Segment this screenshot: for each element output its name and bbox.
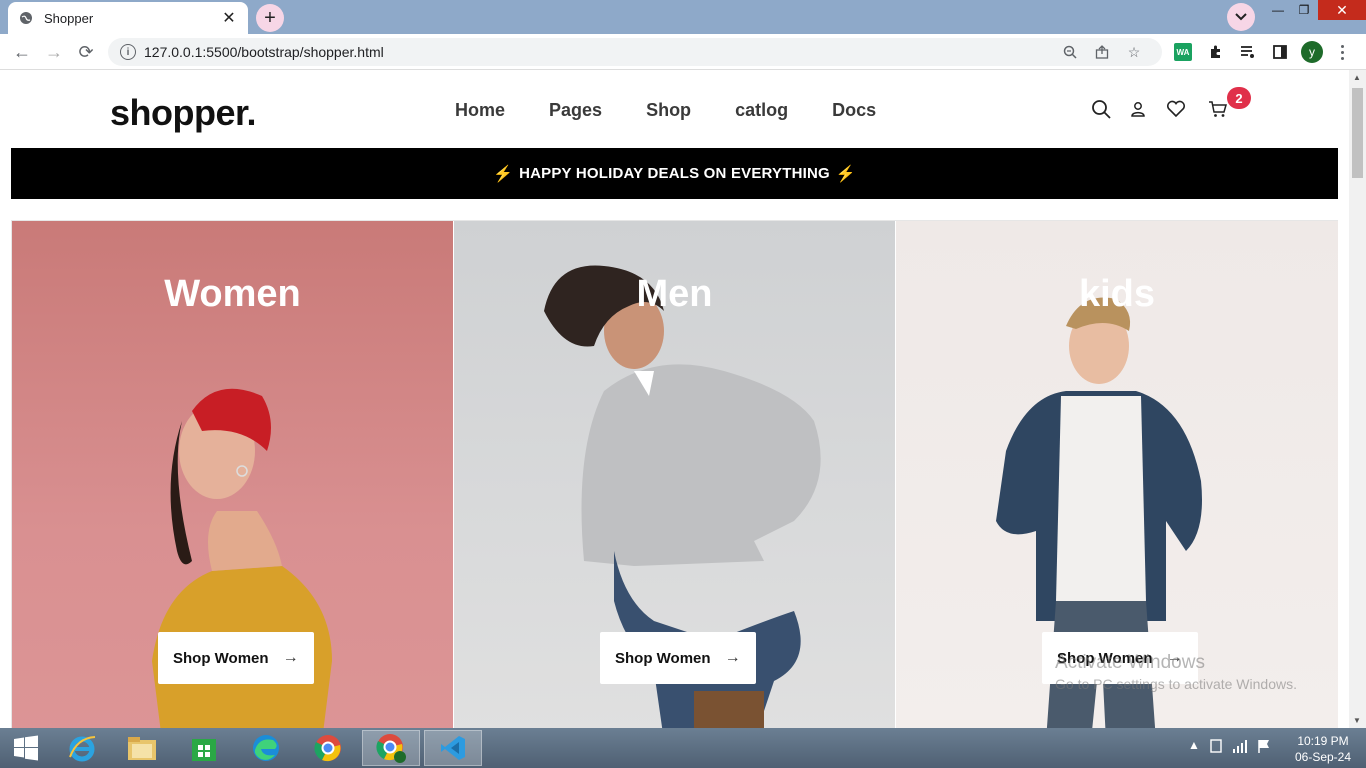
close-window-button[interactable]: ✕: [1318, 0, 1366, 20]
forward-icon[interactable]: →: [42, 41, 66, 63]
shop-women-button[interactable]: Shop Women →: [158, 632, 314, 684]
category-title-men: Men: [636, 273, 713, 315]
action-center-flag-icon[interactable]: [1256, 738, 1272, 757]
category-card-men[interactable]: Men Shop Women →: [454, 221, 895, 728]
whatsapp-extension-icon[interactable]: WA: [1174, 43, 1192, 61]
chrome-icon[interactable]: [302, 730, 354, 766]
restore-button[interactable]: ❐: [1292, 0, 1316, 20]
close-tab-icon[interactable]: ✕: [220, 8, 238, 28]
wishlist-heart-icon[interactable]: [1164, 97, 1188, 121]
browser-toolbar: ← → ⟳ i 127.0.0.1:5500/bootstrap/shopper…: [0, 34, 1366, 70]
zoom-icon[interactable]: [1054, 45, 1086, 59]
back-icon[interactable]: ←: [10, 41, 34, 63]
nav-home[interactable]: Home: [455, 100, 505, 121]
media-queue-icon[interactable]: [1238, 43, 1258, 61]
profile-avatar[interactable]: y: [1301, 41, 1323, 63]
browser-tab-strip: Shopper ✕ + — ❐ ✕: [0, 0, 1366, 34]
page-scrollbar[interactable]: ▲ ▼: [1349, 70, 1366, 728]
promo-banner: ⚡ HAPPY HOLIDAY DEALS ON EVERYTHING ⚡: [11, 148, 1338, 199]
cart-count-badge: 2: [1227, 87, 1251, 109]
tab-title: Shopper: [44, 10, 94, 26]
side-panel-icon[interactable]: [1270, 43, 1290, 61]
address-bar[interactable]: i 127.0.0.1:5500/bootstrap/shopper.html …: [108, 38, 1162, 66]
windows-taskbar: ▲ 10:19 PM 06-Sep-24: [0, 728, 1366, 768]
scroll-thumb[interactable]: [1352, 88, 1363, 178]
tab-search-button[interactable]: [1227, 3, 1255, 31]
site-logo[interactable]: shopper.: [110, 92, 257, 134]
main-nav: Home Pages Shop catlog Docs: [455, 100, 920, 121]
activate-windows-watermark: Activate Windows Go to PC settings to ac…: [1055, 652, 1297, 692]
new-tab-button[interactable]: +: [256, 4, 284, 32]
lightning-icon: ⚡: [492, 165, 514, 183]
start-button[interactable]: [0, 730, 52, 766]
tablet-icon[interactable]: [1208, 738, 1224, 757]
globe-icon: [18, 10, 34, 26]
clock-time: 10:19 PM: [1297, 734, 1349, 748]
promo-text: HAPPY HOLIDAY DEALS ON EVERYTHING: [519, 165, 830, 182]
scroll-down-icon[interactable]: ▼: [1353, 716, 1361, 725]
site-info-icon[interactable]: i: [120, 44, 136, 60]
vscode-icon[interactable]: [424, 730, 482, 766]
browser-tab[interactable]: Shopper ✕: [8, 2, 248, 34]
arrow-right-icon: →: [282, 649, 299, 666]
watermark-title: Activate Windows: [1055, 652, 1205, 673]
category-card-women[interactable]: Women Shop Women →: [12, 221, 453, 728]
edge-icon[interactable]: [240, 730, 292, 766]
browser-menu-icon[interactable]: [1332, 42, 1352, 62]
category-title-kids: kids: [1078, 273, 1156, 315]
scroll-up-icon[interactable]: ▲: [1353, 73, 1361, 82]
share-icon[interactable]: [1086, 45, 1118, 59]
button-label: Shop Women: [615, 649, 711, 667]
clock-date: 06-Sep-24: [1294, 750, 1352, 764]
network-signal-icon[interactable]: [1232, 738, 1248, 757]
file-explorer-icon[interactable]: [116, 730, 168, 766]
nav-docs[interactable]: Docs: [832, 100, 876, 121]
nav-pages[interactable]: Pages: [549, 100, 602, 121]
nav-catlog[interactable]: catlog: [735, 100, 788, 121]
lightning-icon: ⚡: [835, 165, 857, 183]
user-icon[interactable]: [1126, 97, 1150, 121]
arrow-right-icon: →: [724, 649, 741, 666]
url-text[interactable]: 127.0.0.1:5500/bootstrap/shopper.html: [144, 44, 1054, 60]
nav-shop[interactable]: Shop: [646, 100, 691, 121]
store-icon[interactable]: [178, 730, 230, 766]
category-title-women: Women: [164, 273, 301, 315]
system-clock[interactable]: 10:19 PM 06-Sep-24: [1288, 733, 1358, 765]
watermark-subtitle: Go to PC settings to activate Windows.: [1055, 676, 1297, 692]
search-icon[interactable]: [1089, 97, 1113, 121]
button-label: Shop Women: [173, 649, 269, 667]
tray-expand-icon[interactable]: ▲: [1188, 738, 1200, 752]
reload-icon[interactable]: ⟳: [74, 41, 98, 63]
page-viewport: shopper. Home Pages Shop catlog Docs 2 ⚡…: [0, 70, 1349, 728]
internet-explorer-icon[interactable]: [56, 730, 108, 766]
extensions-puzzle-icon[interactable]: [1206, 43, 1226, 61]
bookmark-star-icon[interactable]: ☆: [1118, 44, 1150, 61]
chrome-profile-window[interactable]: [362, 730, 420, 766]
minimize-button[interactable]: —: [1266, 0, 1290, 20]
shop-men-button[interactable]: Shop Women →: [600, 632, 756, 684]
